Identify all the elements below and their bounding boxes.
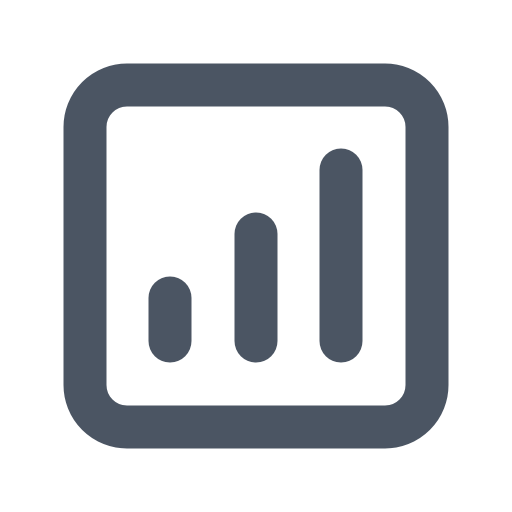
icon-canvas [0,0,512,512]
chart-bar-square-svg [63,63,449,449]
chart-bar-square-icon [0,0,512,512]
